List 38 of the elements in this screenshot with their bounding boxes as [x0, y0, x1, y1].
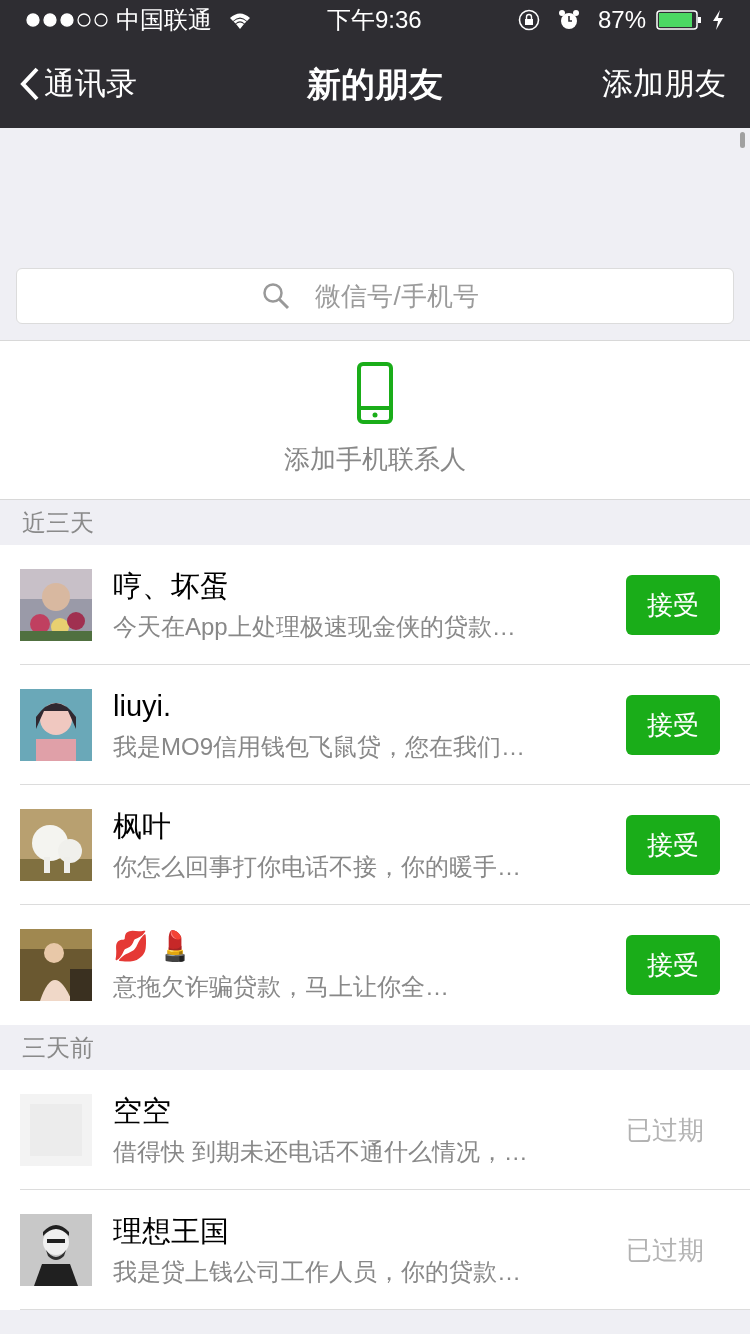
message-preview: 意拖欠诈骗贷款，马上让你全… — [113, 972, 450, 1002]
charging-icon — [712, 10, 724, 30]
phone-icon[interactable] — [357, 361, 393, 424]
rotation-lock-icon — [517, 9, 540, 31]
accept-button[interactable]: 接受 — [626, 575, 720, 635]
section-header: 近三天 — [22, 507, 94, 538]
battery-icon — [656, 10, 702, 30]
add-friend-button[interactable]: 添加朋友 — [602, 60, 730, 108]
message-preview: 我是贷上钱公司工作人员，你的贷款… — [113, 1257, 522, 1287]
carrier-name: 中国联通 — [116, 5, 212, 35]
page-title: 新的朋友 — [307, 63, 443, 105]
contact-name: 理想王国 — [113, 1214, 230, 1249]
scroll-indicator — [740, 132, 745, 148]
wifi-icon — [228, 11, 252, 29]
search-field[interactable]: 微信号/手机号 — [16, 268, 734, 324]
back-chevron-icon — [20, 67, 40, 101]
contact-name: 💋 💄 — [113, 929, 195, 964]
search-icon — [262, 282, 290, 310]
contact-name: 枫叶 — [113, 809, 172, 844]
add-phone-contacts-label[interactable]: 添加手机联系人 — [284, 439, 466, 479]
section-header: 三天前 — [22, 1032, 94, 1063]
accept-button[interactable]: 接受 — [626, 815, 720, 875]
accept-button[interactable]: 接受 — [626, 695, 720, 755]
alarm-icon — [557, 9, 580, 31]
contact-name: 哼、坏蛋 — [113, 569, 230, 604]
message-preview: 你怎么回事打你电话不接，你的暖手… — [113, 852, 522, 882]
contact-name: 空空 — [113, 1094, 172, 1129]
expired-status: 已过期 — [626, 1113, 705, 1147]
back-button[interactable]: 通讯录 — [20, 60, 137, 108]
expired-status: 已过期 — [626, 1233, 705, 1267]
message-preview: 今天在App上处理极速现金侠的贷款… — [113, 612, 517, 642]
clock-time: 下午9:36 — [327, 5, 422, 35]
message-preview: 我是MO9信用钱包飞鼠贷，您在我们… — [113, 732, 526, 762]
message-preview: 借得快 到期未还电话不通什么情况，… — [113, 1137, 529, 1167]
battery-percent: 87% — [597, 5, 646, 35]
accept-button[interactable]: 接受 — [626, 935, 720, 995]
signal-icon — [26, 13, 108, 27]
contact-name: liuyi. — [113, 689, 172, 724]
